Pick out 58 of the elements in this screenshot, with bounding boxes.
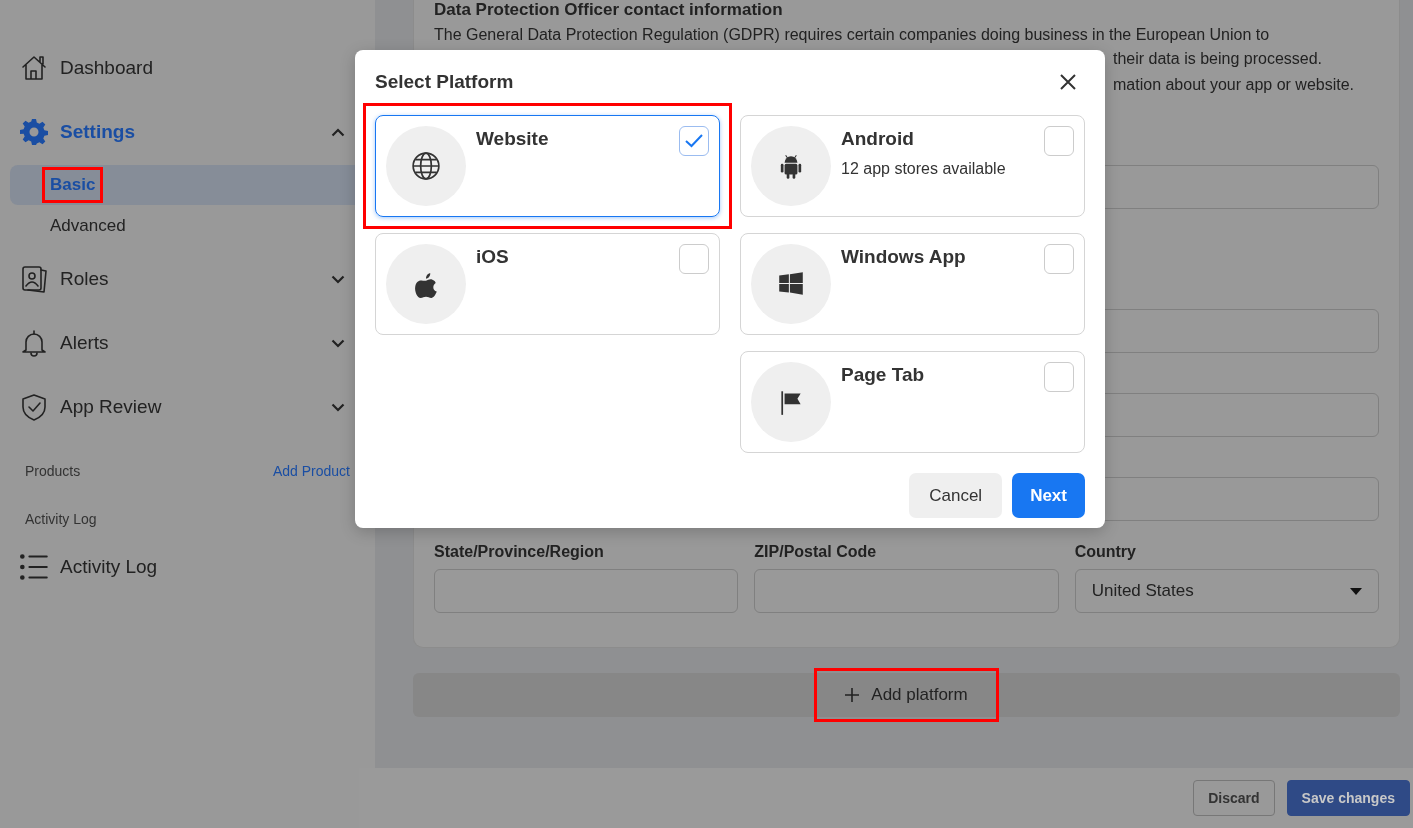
input-field[interactable] <box>754 569 1059 613</box>
close-icon[interactable] <box>1059 73 1077 91</box>
input-field[interactable] <box>434 569 739 613</box>
check-icon <box>685 134 703 148</box>
sidebar-item[interactable]: Alerts <box>10 311 375 375</box>
bell-icon <box>20 329 48 357</box>
platform-title: iOS <box>476 246 510 268</box>
field-label: Country <box>1074 543 1137 561</box>
country-select[interactable]: United States <box>1074 569 1379 613</box>
section-label: Products <box>25 463 81 479</box>
gear-icon <box>20 118 48 146</box>
globe-icon <box>412 152 440 180</box>
platform-card[interactable]: Website <box>375 115 720 217</box>
checkbox[interactable] <box>679 244 709 274</box>
paragraph-line: The General Data Protection Regulation (GDPR) requires certain companies doing business in the European Union to <box>434 25 1271 45</box>
paragraph-line: their data is being processed. <box>1113 49 1323 69</box>
platform-title: Windows App <box>841 246 967 268</box>
add-platform-button[interactable]: Add platform <box>814 668 999 722</box>
chevron-down-icon[interactable] <box>331 274 345 284</box>
save-button[interactable]: Save changes <box>1286 780 1410 816</box>
caret-icon <box>1350 587 1362 595</box>
chevron-up-icon[interactable] <box>331 127 345 137</box>
platform-title: Android <box>841 128 915 150</box>
field-label: State/Province/Region <box>434 543 605 561</box>
plus-icon <box>845 688 860 702</box>
android-icon <box>780 154 802 179</box>
section-heading: Data Protection Officer contact information <box>434 0 784 20</box>
platform-card[interactable]: Windows App <box>740 233 1085 335</box>
checkbox[interactable] <box>1044 362 1074 392</box>
platform-card[interactable]: iOS <box>375 233 720 335</box>
list-icon <box>20 553 48 581</box>
apple-icon <box>415 273 437 298</box>
windows-logo-icon <box>779 272 803 295</box>
checkbox[interactable] <box>679 126 709 156</box>
shield-check-icon <box>20 393 48 421</box>
section-label: Activity Log <box>25 511 97 527</box>
sidebar-item[interactable]: App Review <box>10 375 375 439</box>
modal-title: Select Platform <box>375 71 514 93</box>
checkbox[interactable] <box>1044 244 1074 274</box>
id-badge-icon <box>20 265 48 293</box>
chevron-down-icon[interactable] <box>331 402 345 412</box>
platform-card[interactable]: Android 12 app stores available <box>740 115 1085 217</box>
sidebar-item[interactable]: Roles <box>10 247 375 311</box>
paragraph-line: mation about your app or website. <box>1113 75 1356 95</box>
platform-card[interactable]: Page Tab <box>740 351 1085 453</box>
next-button[interactable]: Next <box>1012 473 1085 518</box>
platform-subtitle: 12 app stores available <box>841 160 1007 178</box>
discard-button[interactable]: Discard <box>1193 780 1275 816</box>
sidebar-item[interactable]: Activity Log <box>10 535 375 599</box>
home-icon <box>20 54 48 82</box>
platform-title: Page Tab <box>841 364 926 386</box>
field-label: ZIP/Postal Code <box>754 543 878 561</box>
cancel-button[interactable]: Cancel <box>909 473 1003 518</box>
checkbox[interactable] <box>1044 126 1074 156</box>
chevron-down-icon[interactable] <box>331 338 345 348</box>
flag-icon <box>781 391 801 415</box>
platform-title: Website <box>476 128 550 150</box>
sidebar-item[interactable]: Dashboard <box>10 36 375 100</box>
